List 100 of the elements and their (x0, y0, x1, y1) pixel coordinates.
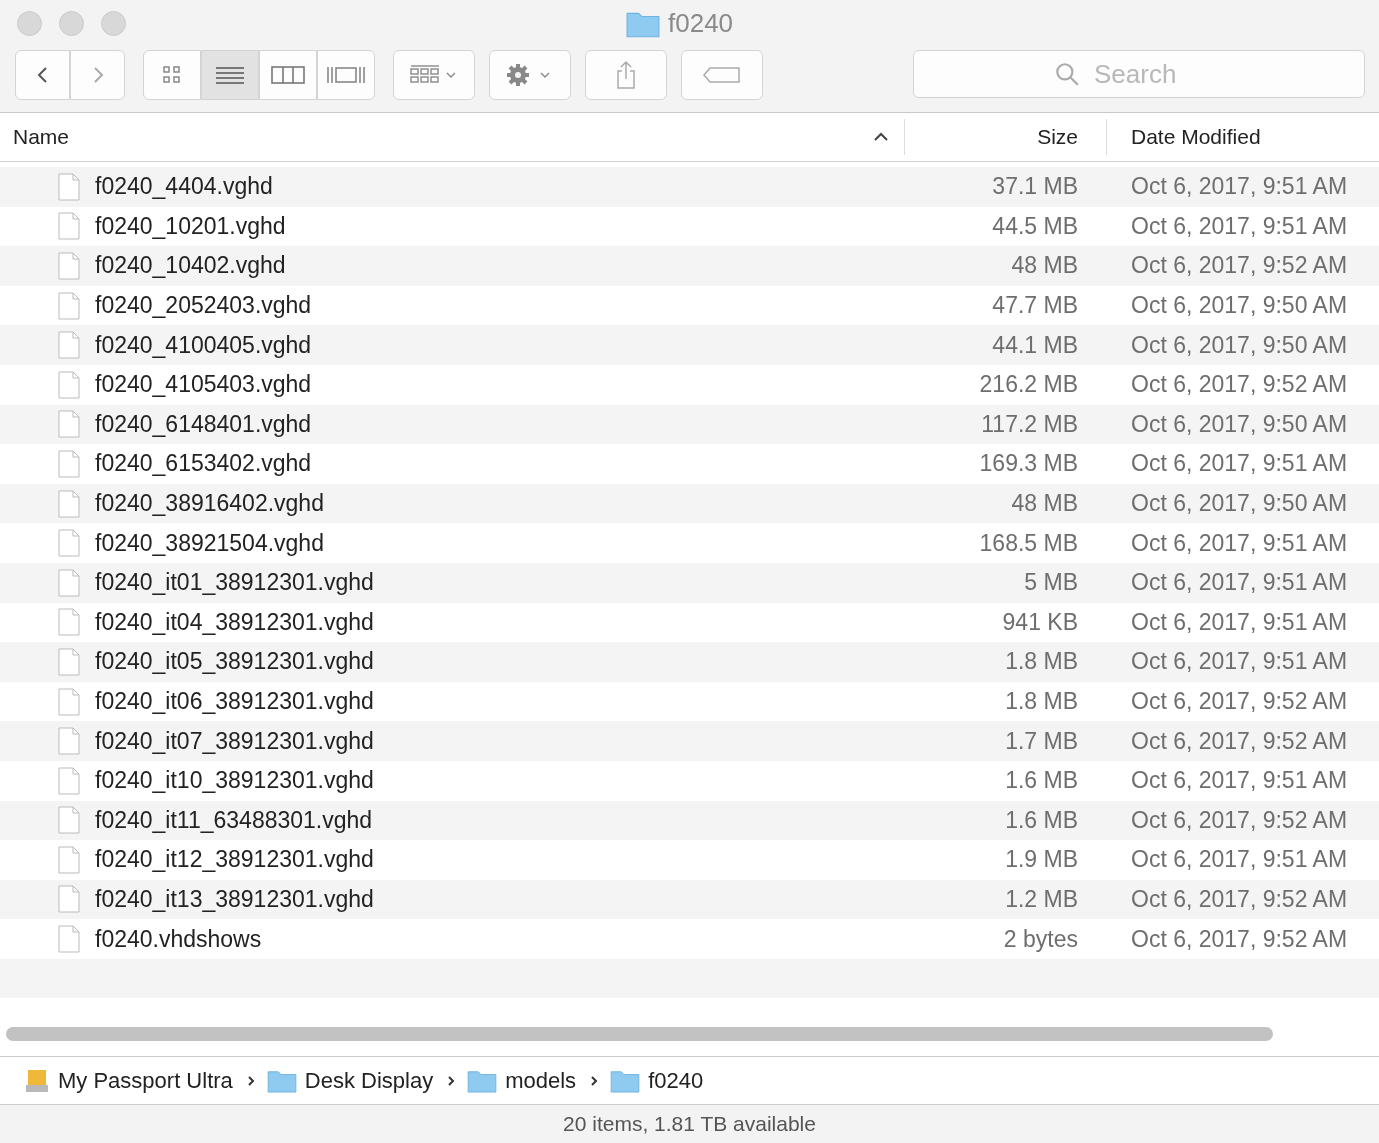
chevron-icon (590, 1074, 599, 1087)
file-name: f0240.vhdshows (95, 925, 263, 953)
columns-view-button[interactable] (259, 50, 317, 100)
file-name: f0240_4100405.vghd (95, 331, 313, 359)
folder-icon (610, 1068, 641, 1093)
file-name: f0240_4404.vghd (95, 173, 274, 201)
file-date: Oct 6, 2017, 9:51 AM (1131, 569, 1348, 597)
file-size: 941 KB (1001, 608, 1078, 636)
path-item[interactable]: models (505, 1067, 577, 1094)
minimize-button[interactable] (59, 10, 84, 36)
document-icon (58, 806, 80, 835)
columns-icon (271, 63, 305, 87)
gear-button[interactable] (489, 50, 571, 100)
file-size: 48 MB (1010, 252, 1078, 280)
file-size: 44.5 MB (991, 212, 1078, 240)
arrange-button[interactable] (393, 50, 475, 100)
document-icon (58, 687, 80, 716)
chevron-icon (447, 1074, 456, 1087)
document-icon (58, 172, 80, 201)
document-icon (58, 727, 80, 756)
file-name: f0240_6153402.vghd (95, 450, 313, 478)
file-size: 1.6 MB (1004, 767, 1078, 795)
document-icon (58, 212, 80, 241)
document-icon (58, 489, 80, 518)
document-icon (58, 410, 80, 439)
file-row[interactable]: f0240_10201.vghd 44.5 MB Oct 6, 2017, 9:51 AM (0, 206, 1379, 247)
file-size: 2 bytes (1002, 925, 1078, 953)
back-button[interactable] (15, 50, 70, 100)
file-row[interactable]: f0240_6148401.vghd 117.2 MB Oct 6, 2017, 9:50 AM (0, 404, 1379, 445)
scrollbar-thumb[interactable] (6, 1026, 1273, 1041)
document-icon (58, 925, 80, 954)
document-icon (58, 291, 80, 320)
file-row[interactable]: f0240_38916402.vghd 48 MB Oct 6, 2017, 9:50 AM (0, 483, 1379, 524)
file-date: Oct 6, 2017, 9:51 AM (1131, 212, 1348, 240)
close-button[interactable] (17, 10, 42, 36)
column-header[interactable]: Name (0, 119, 905, 155)
forward-button[interactable] (70, 50, 125, 100)
file-row[interactable]: f0240_4100405.vghd 44.1 MB Oct 6, 2017, 9:50 AM (0, 325, 1379, 365)
file-date: Oct 6, 2017, 9:52 AM (1131, 371, 1348, 399)
list-view-button[interactable] (201, 50, 259, 100)
column-header[interactable]: Date Modified (1107, 113, 1379, 161)
file-name: f0240_4105403.vghd (95, 371, 313, 399)
chevron-icon (246, 1074, 255, 1087)
path-item[interactable]: f0240 (648, 1067, 704, 1094)
file-row[interactable]: f0240_it13_38912301.vghd 1.2 MB Oct 6, 2017, 9:52 AM (0, 879, 1379, 920)
file-name: f0240_it01_38912301.vghd (95, 569, 375, 597)
file-row[interactable]: f0240_it10_38912301.vghd 1.6 MB Oct 6, 2017, 9:51 AM (0, 760, 1379, 801)
file-name: f0240_it06_38912301.vghd (95, 688, 375, 715)
file-row[interactable]: f0240_it04_38912301.vghd 941 KB Oct 6, 2017, 9:51 AM (0, 602, 1379, 643)
file-name: f0240_10201.vghd (95, 212, 287, 240)
file-row[interactable]: f0240_6153402.vghd 169.3 MB Oct 6, 2017, 9:51 AM (0, 444, 1379, 484)
file-name: f0240_it13_38912301.vghd (95, 886, 375, 913)
icons-view-button[interactable] (143, 50, 201, 100)
file-row[interactable]: f0240_2052403.vghd 47.7 MB Oct 6, 2017, 9:50 AM (0, 285, 1379, 326)
file-date: Oct 6, 2017, 9:50 AM (1131, 331, 1348, 359)
file-name: f0240_it05_38912301.vghd (95, 648, 375, 676)
tag-button[interactable] (681, 50, 763, 100)
file-size: 168.5 MB (978, 529, 1078, 557)
file-row[interactable]: f0240_4404.vghd 37.1 MB Oct 6, 2017, 9:51 AM (0, 167, 1379, 207)
share-button[interactable] (585, 50, 667, 100)
document-icon (58, 568, 80, 597)
file-date: Oct 6, 2017, 9:52 AM (1131, 252, 1348, 280)
search-field[interactable]: Search (913, 50, 1365, 98)
folder-icon (266, 1068, 297, 1093)
file-row[interactable]: f0240.vhdshows 2 bytes Oct 6, 2017, 9:52 AM (0, 919, 1379, 959)
file-row[interactable]: f0240_it11_63488301.vghd 1.6 MB Oct 6, 2017, 9:52 AM (0, 800, 1379, 841)
file-row[interactable]: f0240_it01_38912301.vghd 5 MB Oct 6, 2017, 9:51 AM (0, 562, 1379, 603)
file-size: 216.2 MB (978, 371, 1078, 399)
file-size: 1.7 MB (1004, 727, 1078, 755)
document-icon (58, 885, 80, 914)
sort-caret-icon (874, 132, 888, 142)
file-row[interactable]: f0240_it05_38912301.vghd 1.8 MB Oct 6, 2017, 9:51 AM (0, 642, 1379, 682)
path-item[interactable]: My Passport Ultra (58, 1067, 233, 1094)
file-name: f0240_it10_38912301.vghd (95, 767, 375, 795)
document-icon (58, 845, 80, 874)
file-name: f0240_it12_38912301.vghd (95, 846, 375, 874)
file-date: Oct 6, 2017, 9:52 AM (1131, 886, 1348, 913)
file-row[interactable]: f0240_it06_38912301.vghd 1.8 MB Oct 6, 2017, 9:52 AM (0, 681, 1379, 722)
file-size: 48 MB (1010, 490, 1078, 518)
window-title: f0240 (668, 8, 734, 39)
document-icon (58, 252, 80, 280)
file-date: Oct 6, 2017, 9:51 AM (1131, 529, 1348, 557)
document-icon (58, 766, 80, 795)
folder-icon (467, 1068, 498, 1093)
path-item[interactable]: Desk Display (304, 1067, 434, 1094)
file-name: f0240_2052403.vghd (95, 292, 313, 320)
file-row[interactable]: f0240_it12_38912301.vghd 1.9 MB Oct 6, 2017, 9:51 AM (0, 840, 1379, 880)
document-icon (58, 370, 80, 399)
file-size: 44.1 MB (991, 331, 1078, 359)
file-row[interactable]: f0240_10402.vghd 48 MB Oct 6, 2017, 9:52 AM (0, 246, 1379, 286)
document-icon (58, 449, 80, 478)
file-row[interactable]: f0240_38921504.vghd 168.5 MB Oct 6, 2017, 9:51 AM (0, 523, 1379, 563)
file-row[interactable]: f0240_4105403.vghd 216.2 MB Oct 6, 2017, 9:52 AM (0, 364, 1379, 405)
file-name: f0240_38921504.vghd (95, 529, 325, 557)
file-size: 1.6 MB (1004, 806, 1078, 834)
zoom-button[interactable] (101, 10, 126, 36)
column-header[interactable]: Size (905, 119, 1107, 155)
file-date: Oct 6, 2017, 9:51 AM (1131, 608, 1348, 636)
file-row[interactable]: f0240_it07_38912301.vghd 1.7 MB Oct 6, 2017, 9:52 AM (0, 721, 1379, 761)
gallery-view-button[interactable] (317, 50, 375, 100)
